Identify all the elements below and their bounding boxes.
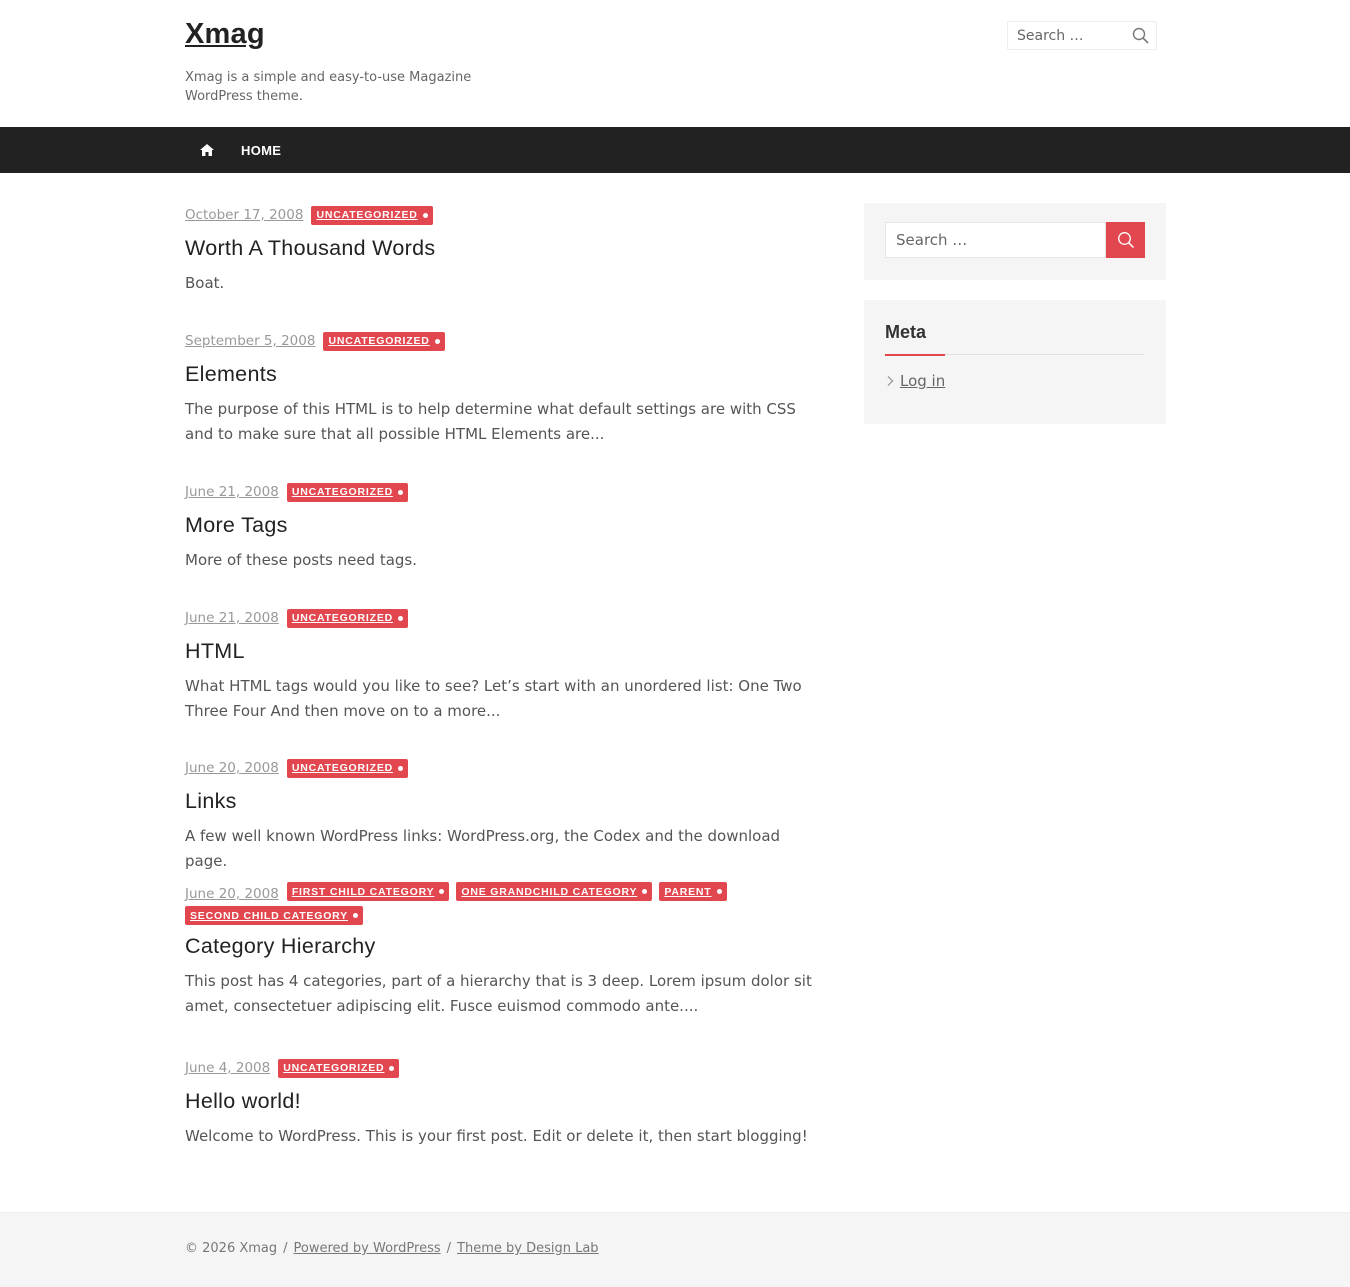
category-badge[interactable]: ONE GRANDCHILD CATEGORY: [456, 882, 653, 901]
post-excerpt: More of these posts need tags.: [185, 551, 418, 569]
dot-icon: [398, 489, 404, 495]
powered-by-link[interactable]: Powered by WordPress: [294, 1241, 441, 1256]
post-excerpt: Welcome to WordPress. This is your first…: [185, 1127, 808, 1145]
footer-separator: /: [283, 1241, 288, 1256]
home-icon[interactable]: [199, 142, 215, 158]
category-label: SECOND CHILD CATEGORY: [190, 909, 348, 922]
footer-credits: © 2026 Xmag / Powered by WordPress / The…: [185, 1241, 599, 1256]
post-item: June 20, 2008 UNCATEGORIZED Links A few …: [185, 756, 825, 874]
post-meta: June 20, 2008 FIRST CHILD CATEGORY ONE G…: [185, 882, 785, 930]
dot-icon: [716, 889, 722, 894]
search-icon: [1117, 232, 1134, 249]
dot-icon: [389, 1065, 395, 1071]
dot-icon: [398, 765, 404, 771]
header-search-input[interactable]: [1008, 22, 1132, 49]
category-label: UNCATEGORIZED: [328, 335, 430, 347]
category-badge[interactable]: SECOND CHILD CATEGORY: [185, 906, 363, 925]
post-date[interactable]: June 21, 2008: [185, 606, 279, 630]
category-badge[interactable]: PARENT: [659, 882, 727, 901]
category-label: PARENT: [664, 885, 712, 898]
chevron-right-icon: [887, 376, 894, 386]
post-meta: September 5, 2008 UNCATEGORIZED: [185, 329, 825, 353]
post-excerpt: A few well known WordPress links: WordPr…: [185, 827, 781, 870]
dot-icon: [439, 889, 445, 894]
footer-separator: /: [446, 1241, 452, 1256]
site-header: Xmag Xmag is a simple and easy-to-use Ma…: [0, 0, 1350, 127]
post-meta: June 21, 2008 UNCATEGORIZED: [185, 480, 825, 504]
category-badge[interactable]: UNCATEGORIZED: [286, 758, 409, 778]
category-label: UNCATEGORIZED: [283, 1062, 385, 1074]
sidebar-search-button[interactable]: [1106, 222, 1145, 258]
post-meta: June 21, 2008 UNCATEGORIZED: [185, 606, 825, 630]
post-date[interactable]: October 17, 2008: [185, 203, 303, 227]
post-item: October 17, 2008 UNCATEGORIZED Worth A T…: [185, 203, 825, 296]
dot-icon: [434, 338, 440, 344]
post-title[interactable]: Worth A Thousand Words: [185, 236, 825, 261]
widget-title-underline: [885, 354, 945, 356]
category-label: UNCATEGORIZED: [291, 612, 394, 624]
sidebar-meta-widget: Meta Log in: [864, 300, 1166, 424]
category-badge[interactable]: UNCATEGORIZED: [286, 608, 409, 628]
theme-by-link[interactable]: Theme by Design Lab: [457, 1241, 599, 1256]
post-title[interactable]: Hello world!: [185, 1089, 825, 1114]
header-search-form: [1007, 21, 1157, 50]
category-label: UNCATEGORIZED: [291, 762, 394, 774]
category-badge[interactable]: UNCATEGORIZED: [323, 331, 445, 351]
post-date[interactable]: June 20, 2008: [185, 756, 279, 780]
copyright-text: © 2026 Xmag: [185, 1241, 278, 1256]
category-label: ONE GRANDCHILD CATEGORY: [461, 885, 638, 898]
post-title[interactable]: Links: [185, 789, 825, 814]
post-item: June 21, 2008 UNCATEGORIZED More Tags Mo…: [185, 480, 825, 573]
post-meta: October 17, 2008 UNCATEGORIZED: [185, 203, 825, 227]
dot-icon: [398, 615, 404, 621]
post-item: June 4, 2008 UNCATEGORIZED Hello world! …: [185, 1056, 825, 1149]
login-link[interactable]: Log in: [900, 372, 945, 390]
post-excerpt: The purpose of this HTML is to help dete…: [185, 400, 796, 443]
site-title[interactable]: Xmag: [185, 18, 265, 51]
post-excerpt: This post has 4 categories, part of a hi…: [185, 972, 812, 1015]
main-navigation: HOME: [0, 127, 1350, 173]
sidebar-search-field: [885, 222, 1106, 258]
category-badge[interactable]: UNCATEGORIZED: [278, 1058, 400, 1078]
category-badge[interactable]: UNCATEGORIZED: [286, 482, 409, 502]
post-date[interactable]: June 4, 2008: [185, 1056, 270, 1080]
post-date[interactable]: September 5, 2008: [185, 329, 315, 353]
post-title[interactable]: Category Hierarchy: [185, 934, 825, 959]
post-title[interactable]: More Tags: [185, 513, 825, 538]
post-date[interactable]: June 21, 2008: [185, 480, 279, 504]
post-meta: June 20, 2008 UNCATEGORIZED: [185, 756, 825, 780]
search-icon[interactable]: [1132, 27, 1150, 45]
post-excerpt: Boat.: [185, 274, 225, 292]
post-meta: June 4, 2008 UNCATEGORIZED: [185, 1056, 825, 1080]
post-item: June 21, 2008 UNCATEGORIZED HTML What HT…: [185, 606, 825, 724]
category-badge[interactable]: UNCATEGORIZED: [311, 205, 433, 225]
post-item: September 5, 2008 UNCATEGORIZED Elements…: [185, 329, 825, 447]
meta-list-item: Log in: [885, 372, 945, 390]
category-label: UNCATEGORIZED: [291, 486, 394, 498]
post-title[interactable]: HTML: [185, 639, 825, 664]
post-title[interactable]: Elements: [185, 362, 825, 387]
dot-icon: [422, 212, 428, 218]
site-footer: © 2026 Xmag / Powered by WordPress / The…: [0, 1212, 1350, 1287]
sidebar-search-widget: [864, 203, 1166, 280]
widget-title: Meta: [885, 322, 927, 342]
post-excerpt: What HTML tags would you like to see? Le…: [185, 677, 802, 720]
post-item: June 20, 2008 FIRST CHILD CATEGORY ONE G…: [185, 882, 825, 1019]
site-description: Xmag is a simple and easy-to-use Magazin…: [185, 70, 472, 104]
category-badge[interactable]: FIRST CHILD CATEGORY: [286, 882, 450, 901]
dot-icon: [352, 913, 358, 918]
category-label: UNCATEGORIZED: [316, 209, 418, 221]
post-date[interactable]: June 20, 2008: [185, 882, 279, 906]
category-label: FIRST CHILD CATEGORY: [291, 885, 435, 898]
dot-icon: [642, 889, 648, 894]
nav-item-home[interactable]: HOME: [241, 143, 281, 158]
sidebar-search-input[interactable]: [886, 223, 1096, 257]
